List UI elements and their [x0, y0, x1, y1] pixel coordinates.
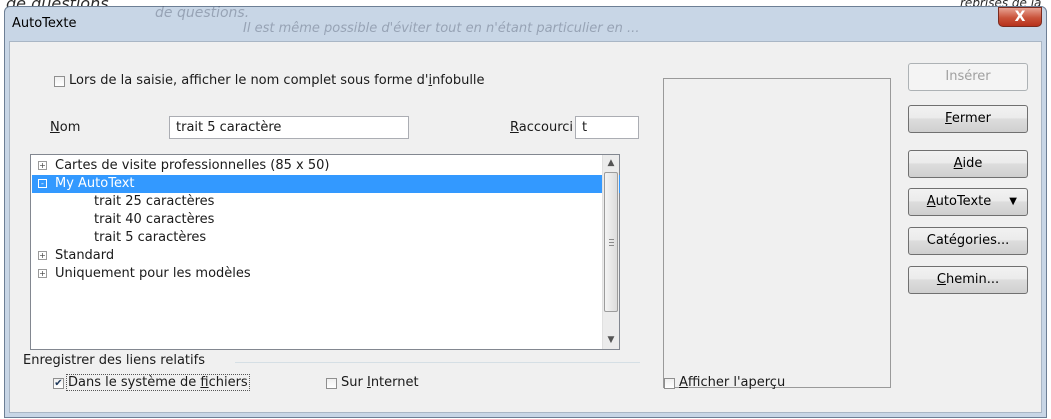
tree-item-entry[interactable]: trait 25 caractères	[32, 193, 214, 211]
help-button[interactable]: Aide	[908, 150, 1028, 178]
shortcut-label: Raccourci	[510, 120, 573, 135]
button-accelerator: A	[926, 194, 936, 209]
internet-checkbox-label[interactable]: Sur Internet	[341, 375, 419, 390]
label-text: accourci	[518, 120, 574, 135]
label-accelerator: R	[510, 120, 519, 135]
button-label: hemin...	[945, 272, 1000, 287]
button-label: ermer	[951, 111, 991, 126]
expand-icon[interactable]: +	[38, 251, 47, 260]
label-text: ichiers	[208, 375, 248, 390]
close-button[interactable]: Fermer	[908, 105, 1028, 133]
label-text: Lors de la saisie, afficher le nom compl…	[69, 73, 429, 88]
label-text: fficher l'aperçu	[687, 375, 786, 390]
autotext-menu-button[interactable]: AutoTexte ▼	[908, 188, 1028, 216]
tree-item-label: My AutoText	[55, 176, 135, 191]
scroll-thumb[interactable]	[604, 172, 618, 312]
button-accelerator: C	[936, 272, 946, 287]
tree-item-category[interactable]: + Cartes de visite professionnelles (85 x…	[32, 157, 608, 175]
autotext-tree[interactable]: + Cartes de visite professionnelles (85 x…	[30, 154, 620, 350]
tree-item-entry[interactable]: trait 5 caractères	[32, 229, 206, 247]
dialog-body: Lors de la saisie, afficher le nom compl…	[9, 41, 1042, 413]
label-text: nfobulle	[432, 73, 485, 88]
label-text: nternet	[370, 375, 419, 390]
label-text: Sur	[341, 375, 367, 390]
filesystem-checkbox-label[interactable]: Dans le système de fichiers	[66, 374, 250, 391]
title-bar[interactable]: AutoTexte de questions. Il est même poss…	[5, 5, 1046, 41]
group-divider	[235, 362, 640, 363]
show-preview-checkbox[interactable]	[664, 378, 675, 389]
button-label: ide	[962, 156, 983, 171]
button-label: utoTexte	[935, 194, 992, 209]
relative-links-group-label: Enregistrer des liens relatifs	[23, 353, 205, 368]
close-window-button[interactable]: X	[998, 7, 1042, 27]
label-accelerator: N	[50, 120, 60, 135]
expand-icon[interactable]: +	[38, 161, 47, 170]
tree-item-category[interactable]: + Standard	[32, 247, 114, 265]
background-text-through-glass: de questions.	[155, 5, 250, 21]
tree-item-category[interactable]: + Uniquement pour les modèles	[32, 265, 251, 283]
grip-icon	[609, 245, 614, 246]
label-text: om	[59, 120, 81, 135]
dialog-title: AutoTexte	[12, 16, 77, 31]
tree-item-category-selected[interactable]: - My AutoText	[32, 175, 620, 193]
label-accelerator: f	[200, 375, 209, 390]
tooltip-checkbox-label[interactable]: Lors de la saisie, afficher le nom compl…	[69, 73, 485, 88]
tree-item-label: Uniquement pour les modèles	[55, 266, 251, 281]
show-preview-label[interactable]: Afficher l'aperçu	[679, 375, 785, 390]
autotext-dialog: AutoTexte de questions. Il est même poss…	[4, 5, 1047, 418]
internet-checkbox[interactable]	[326, 378, 337, 389]
insert-button[interactable]: Insérer	[908, 63, 1028, 91]
dropdown-arrow-icon: ▼	[1009, 196, 1017, 207]
name-label: Nom	[50, 120, 80, 135]
scroll-up-icon[interactable]: ▲	[603, 155, 619, 172]
filesystem-checkbox[interactable]: ✔	[53, 378, 64, 389]
scroll-down-icon[interactable]: ▼	[603, 332, 619, 349]
grip-icon	[609, 239, 614, 240]
tree-scrollbar[interactable]: ▲ ▼	[602, 155, 619, 349]
preview-pane	[663, 78, 891, 388]
tree-item-label: Cartes de visite professionnelles (85 x …	[55, 158, 330, 173]
path-button[interactable]: Chemin...	[908, 266, 1028, 294]
background-text-through-glass-2: Il est même possible d'éviter tout en n'…	[243, 21, 640, 36]
label-accelerator: A	[679, 375, 688, 390]
button-accelerator: A	[953, 156, 963, 171]
button-accelerator: F	[945, 111, 952, 126]
categories-button[interactable]: Catégories...	[908, 227, 1028, 255]
expand-icon[interactable]: +	[38, 269, 47, 278]
tree-item-entry[interactable]: trait 40 caractères	[32, 211, 214, 229]
label-text: Dans le système de	[68, 375, 201, 390]
name-input[interactable]: trait 5 caractère	[169, 116, 409, 139]
tree-item-label: Standard	[55, 248, 115, 263]
shortcut-input[interactable]: t	[575, 116, 639, 139]
collapse-icon[interactable]: -	[38, 179, 47, 188]
tooltip-checkbox[interactable]	[54, 76, 65, 87]
grip-icon	[609, 242, 614, 243]
